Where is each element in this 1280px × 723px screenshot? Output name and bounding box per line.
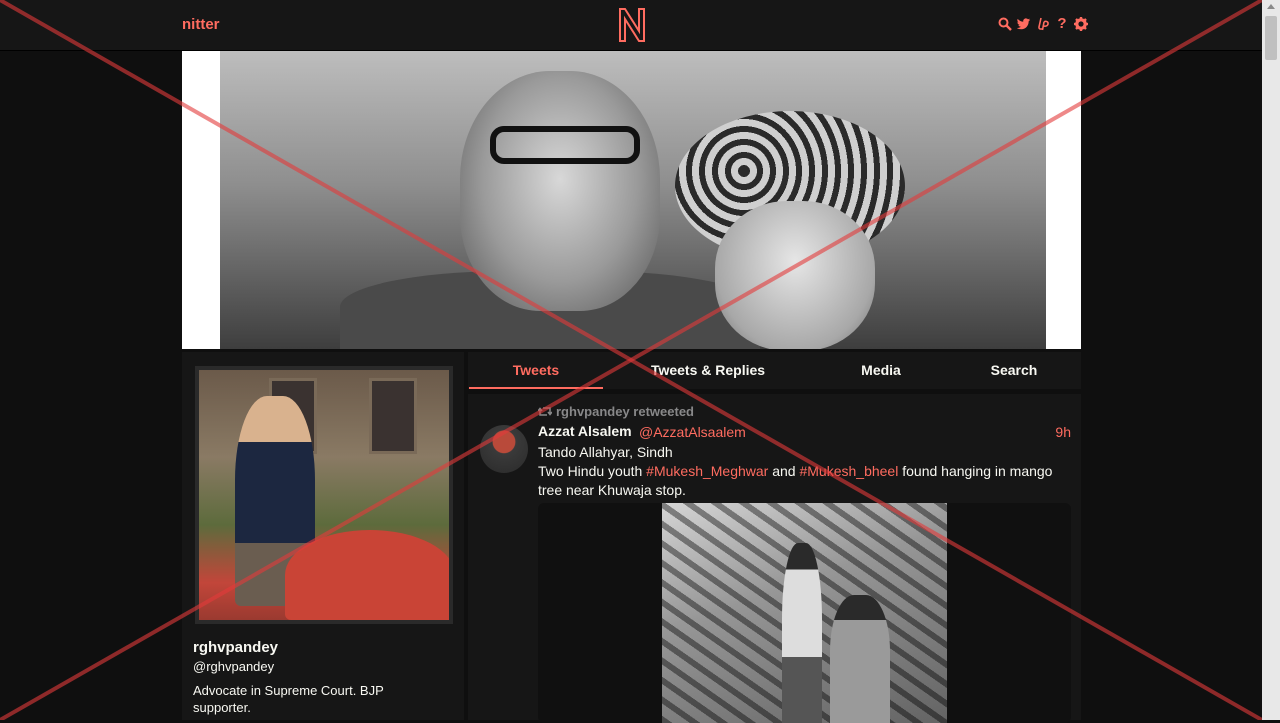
tweet-content: Tando Allahyar, Sindh Two Hindu youth #M… xyxy=(538,443,1068,500)
retweet-icon xyxy=(538,407,552,416)
search-icon[interactable] xyxy=(998,16,1012,32)
twitter-bird-icon[interactable] xyxy=(1017,16,1031,32)
tweet-content-line2: Two Hindu youth #Mukesh_Meghwar and #Muk… xyxy=(538,463,1053,498)
tab-tweets-replies[interactable]: Tweets & Replies xyxy=(633,352,783,389)
tweet-avatar[interactable] xyxy=(480,425,528,473)
liberapay-icon[interactable] xyxy=(1036,16,1050,32)
gear-icon[interactable] xyxy=(1074,16,1088,32)
retweet-header-text[interactable]: rghvpandey retweeted xyxy=(556,404,694,419)
scroll-thumb[interactable] xyxy=(1265,16,1277,60)
tab-search[interactable]: Search xyxy=(964,352,1064,389)
nav-icon-group: ? xyxy=(998,16,1088,32)
profile-banner[interactable] xyxy=(182,51,1081,349)
profile-card: rghvpandey @rghvpandey Advocate in Supre… xyxy=(182,352,464,720)
profile-fullname[interactable]: rghvpandey xyxy=(193,639,278,656)
tab-tweets[interactable]: Tweets xyxy=(469,352,603,389)
tab-media[interactable]: Media xyxy=(826,352,936,389)
tweet-media[interactable] xyxy=(538,503,1071,723)
nitter-logo-icon[interactable] xyxy=(616,7,648,43)
tweet-content-line1: Tando Allahyar, Sindh xyxy=(538,444,673,460)
timeline-tabs: Tweets Tweets & Replies Media Search xyxy=(468,352,1081,389)
profile-username[interactable]: @rghvpandey xyxy=(193,659,274,674)
tweet-date[interactable]: 9h xyxy=(1055,424,1071,440)
retweet-header: rghvpandey retweeted xyxy=(538,404,694,419)
page-scrollbar[interactable] xyxy=(1262,0,1280,720)
navbar: nitter ? xyxy=(0,0,1262,51)
tweet-photo[interactable] xyxy=(662,503,947,723)
profile-avatar[interactable] xyxy=(195,366,453,624)
timeline: rghvpandey retweeted Azzat Alsalem @Azza… xyxy=(468,394,1081,723)
hashtag-link[interactable]: #Mukesh_Meghwar xyxy=(646,463,768,479)
hashtag-link[interactable]: #Mukesh_bheel xyxy=(799,463,898,479)
tweet-fullname[interactable]: Azzat Alsalem xyxy=(538,423,632,439)
help-icon[interactable]: ? xyxy=(1055,16,1069,32)
banner-photo xyxy=(220,51,1046,349)
profile-bio: Advocate in Supreme Court. BJP supporter… xyxy=(193,683,384,715)
nitter-home-link[interactable]: nitter xyxy=(182,16,220,33)
scroll-up-arrow-icon[interactable] xyxy=(1267,4,1275,9)
tweet-username[interactable]: @AzzatAlsaalem xyxy=(639,424,746,440)
